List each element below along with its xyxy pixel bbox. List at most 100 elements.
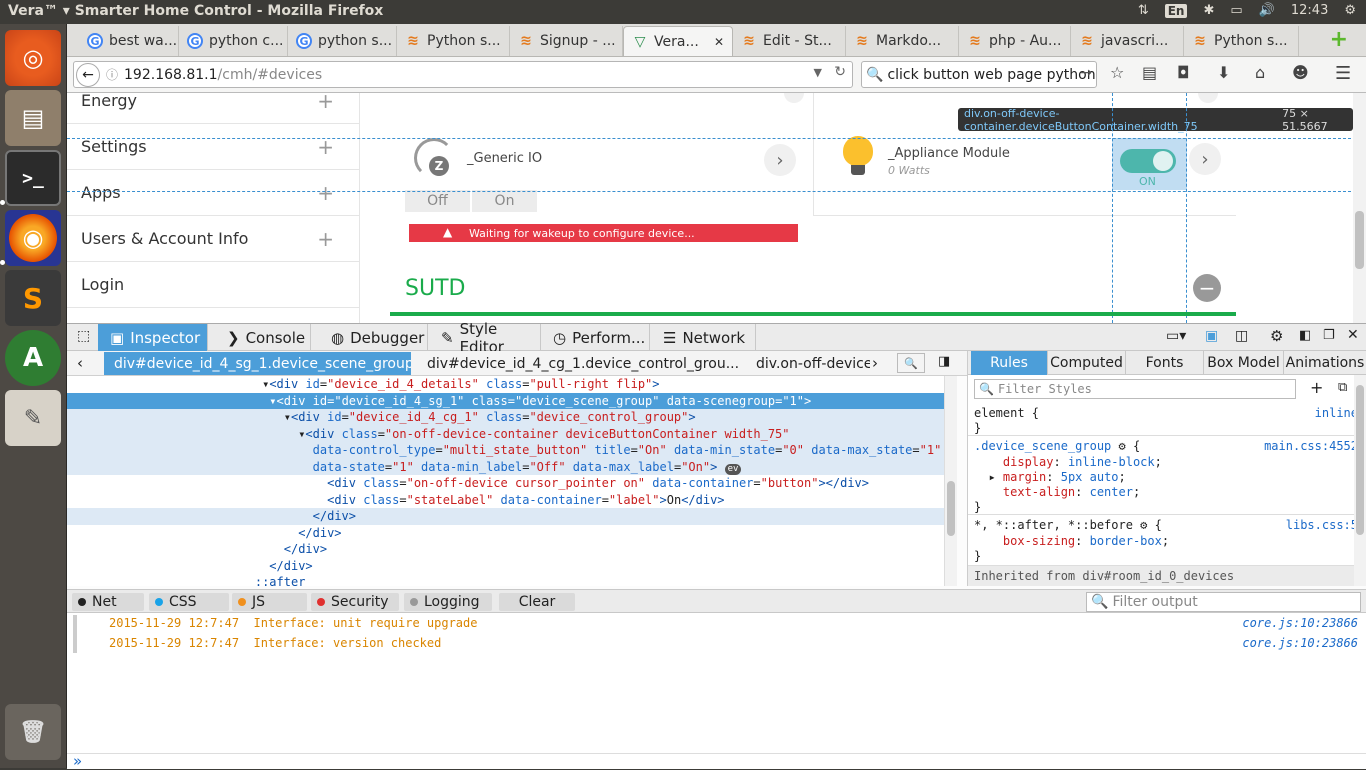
tab-animations[interactable]: Animations [1284, 351, 1366, 375]
breadcrumb-item[interactable]: div#device_id_4_sg_1.device_scene_group [104, 352, 411, 375]
filter-logging-button[interactable]: Logging [404, 593, 492, 611]
tab-box-model[interactable]: Box Model [1204, 351, 1284, 375]
browser-tab[interactable]: ≋ javascri... [1071, 26, 1184, 56]
markup-view[interactable]: ▾<div id="device_id_4_details" class="pu… [67, 376, 957, 586]
filter-output-input[interactable]: 🔍 Filter output [1086, 592, 1361, 612]
browser-tab[interactable]: ▽ Vera... ✕ [623, 26, 733, 56]
undock-icon[interactable]: ❐ [1323, 328, 1335, 343]
search-box[interactable]: 🔍 click button web page python → [861, 61, 1097, 88]
clear-button[interactable]: Clear [499, 593, 575, 611]
card-close-icon[interactable] [784, 93, 804, 103]
tab-debugger[interactable]: ◍ Debugger [319, 324, 428, 351]
tab-fonts[interactable]: Fonts [1126, 351, 1204, 375]
markup-scrollbar[interactable] [944, 376, 957, 586]
event-badge[interactable]: ev [724, 463, 742, 475]
responsive-icon[interactable]: ▣ [1205, 328, 1218, 344]
page-scrollbar[interactable] [1353, 93, 1366, 323]
sidebar-item-login[interactable]: Login [67, 262, 360, 308]
split-frames-icon[interactable]: ▭▾ [1166, 328, 1186, 344]
dock-side-icon[interactable]: ◧ [1299, 328, 1311, 343]
files-icon[interactable]: ▤ [5, 90, 61, 146]
card-close-icon[interactable] [1198, 93, 1218, 103]
software-updater-icon[interactable]: A [5, 330, 61, 386]
trash-icon[interactable]: 🗑 [5, 704, 61, 760]
on-button[interactable]: On [472, 190, 537, 212]
browser-tab[interactable]: ≋ Python s... [1184, 26, 1299, 56]
log-source-link[interactable]: core.js:10:23866 [1242, 636, 1358, 650]
chat-icon[interactable]: ☻ [1292, 63, 1309, 82]
highlighted-toggle-container[interactable]: ON [1112, 138, 1187, 190]
devtools-settings-icon[interactable]: ⚙ [1270, 327, 1283, 345]
search-go-arrow-icon[interactable]: → [1080, 65, 1092, 81]
log-source-link[interactable]: core.js:10:23866 [1242, 616, 1358, 630]
breadcrumb-item[interactable]: div#device_id_4_cg_1.device_control_grou… [417, 352, 743, 375]
menu-hamburger-icon[interactable]: ☰ [1335, 63, 1351, 84]
url-bar[interactable]: ← ⓘ 192.168.81.1/cmh/#devices ▼ ↻ [73, 61, 853, 88]
breadcrumb-left-arrow-icon[interactable]: ‹ [77, 354, 83, 372]
scrollbar-thumb[interactable] [947, 481, 955, 536]
downloads-icon[interactable]: ⬇ [1217, 63, 1230, 82]
devtools-close-icon[interactable]: ✕ [1347, 327, 1359, 343]
tab-computed[interactable]: Computed [1048, 351, 1126, 375]
battery-icon[interactable]: ▭ [1230, 3, 1242, 18]
sidebar-item-apps[interactable]: Apps + [67, 170, 360, 216]
tab-style-editor[interactable]: ✎ Style Editor [429, 320, 541, 356]
device-details-chevron-icon[interactable]: › [764, 144, 796, 176]
ubuntu-dash-icon[interactable]: ◎ [5, 30, 61, 86]
sidebar-item-settings[interactable]: Settings + [67, 124, 360, 170]
home-icon[interactable]: ⌂ [1255, 63, 1265, 82]
network-arrows-icon[interactable]: ⇅ [1138, 3, 1149, 18]
terminal-icon[interactable]: >_ [5, 150, 61, 206]
filter-css-button[interactable]: CSS [149, 593, 229, 611]
sublime-text-icon[interactable]: S [5, 270, 61, 326]
url-dropdown-icon[interactable]: ▼ [814, 66, 822, 79]
filter-styles-input[interactable]: 🔍 Filter Styles [974, 379, 1296, 399]
reading-list-icon[interactable]: ▤ [1142, 63, 1157, 82]
screenshot-icon[interactable]: ◫ [1235, 328, 1248, 344]
bookmark-star-icon[interactable]: ☆ [1110, 63, 1124, 82]
filter-security-button[interactable]: Security [311, 593, 399, 611]
off-button[interactable]: Off [405, 190, 470, 212]
expand-plus-icon[interactable]: + [317, 181, 334, 205]
filter-net-button[interactable]: Net [72, 593, 144, 611]
browser-tab[interactable]: ≋ php - Au... [959, 26, 1071, 56]
new-tab-plus-icon[interactable]: + [1330, 27, 1348, 52]
sidebar-item-energy[interactable]: Energy + [67, 93, 360, 124]
text-editor-icon[interactable]: ✎ [5, 390, 61, 446]
add-rule-plus-icon[interactable]: + [1310, 378, 1323, 397]
toggle-pseudo-icon[interactable]: ⧉ [1338, 380, 1347, 395]
scrollbar-thumb[interactable] [1356, 385, 1364, 535]
browser-tab[interactable]: ≋ Signup - ... [510, 26, 623, 56]
pocket-icon[interactable]: ◘ [1177, 63, 1190, 82]
filter-js-button[interactable]: JS [232, 593, 307, 611]
browser-tab[interactable]: ≋ Python s... [397, 26, 510, 56]
on-off-toggle[interactable] [1120, 149, 1176, 173]
keyboard-layout-indicator[interactable]: En [1164, 3, 1188, 18]
firefox-icon[interactable]: ◉ [5, 210, 61, 266]
collapse-minus-icon[interactable]: − [1193, 274, 1221, 302]
tab-console[interactable]: ❯ Console [215, 324, 311, 351]
tab-performance[interactable]: ◷ Perform... [541, 324, 650, 351]
browser-tab[interactable]: Gpython s... [288, 26, 397, 56]
tab-inspector[interactable]: ▣ Inspector [98, 324, 208, 351]
site-info-icon[interactable]: ⓘ [106, 66, 118, 83]
power-gear-icon[interactable]: ⚙ [1344, 3, 1356, 18]
sidebar-item-users[interactable]: Users & Account Info + [67, 216, 360, 262]
back-arrow-icon[interactable]: ← [76, 62, 100, 87]
tab-close-icon[interactable]: ✕ [714, 35, 724, 49]
toggle-sidebar-icon[interactable]: ◨ [938, 354, 950, 369]
device-details-chevron-icon[interactable]: › [1189, 143, 1221, 175]
browser-tab[interactable]: Gbest wa... [79, 26, 179, 56]
browser-tab[interactable]: Gpython c... [179, 26, 288, 56]
bluetooth-icon[interactable]: ✱ [1203, 3, 1214, 18]
clock[interactable]: 12:43 [1291, 3, 1328, 18]
browser-tab[interactable]: ≋ Markdo... [846, 26, 959, 56]
expand-plus-icon[interactable]: + [317, 227, 334, 251]
scrollbar-thumb[interactable] [1355, 211, 1364, 269]
rules-scrollbar[interactable] [1354, 375, 1366, 586]
tab-network[interactable]: ☰ Network [651, 324, 756, 351]
console-input[interactable]: » [67, 752, 1366, 770]
markup-search-icon[interactable]: 🔍 [897, 353, 925, 373]
browser-tab[interactable]: ≋ Edit - St... [733, 26, 846, 56]
pick-element-icon[interactable]: ⬚ [77, 328, 90, 344]
